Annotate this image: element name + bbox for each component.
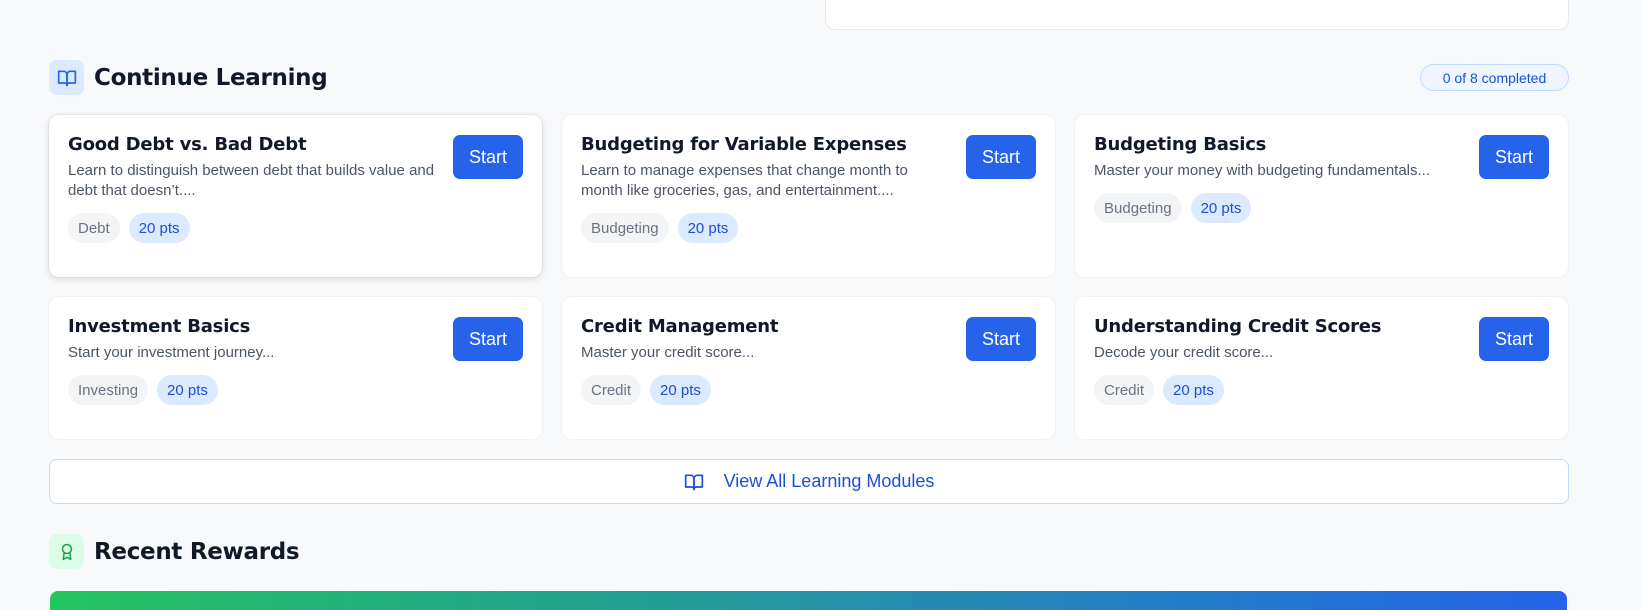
section-title: Continue Learning: [94, 64, 328, 91]
module-card[interactable]: Good Debt vs. Bad Debt Learn to distingu…: [49, 115, 542, 277]
book-open-icon: [49, 60, 84, 95]
points-tag: 20 pts: [677, 213, 739, 243]
module-description: Start your investment journey...: [68, 344, 275, 361]
module-title: Credit Management: [581, 316, 779, 337]
start-button[interactable]: Start: [966, 317, 1036, 361]
module-grid: Good Debt vs. Bad Debt Learn to distingu…: [49, 115, 1569, 439]
points-tag: 20 pts: [650, 375, 711, 405]
module-card[interactable]: Budgeting for Variable Expenses Learn to…: [562, 115, 1055, 277]
start-button[interactable]: Start: [453, 317, 523, 361]
module-card[interactable]: Budgeting Basics Master your money with …: [1075, 115, 1568, 277]
module-description: Master your credit score...: [581, 344, 755, 361]
completion-badge: 0 of 8 completed: [1420, 64, 1569, 91]
module-title: Budgeting for Variable Expenses: [581, 134, 907, 155]
start-button[interactable]: Start: [1479, 317, 1549, 361]
points-tag: 20 pts: [1163, 375, 1224, 405]
category-tag: Investing: [68, 375, 149, 405]
continue-learning-header: Continue Learning: [49, 60, 328, 95]
view-all-label: View All Learning Modules: [723, 471, 935, 491]
module-description: Master your money with budgeting fundame…: [1094, 162, 1431, 179]
previous-section-card: [825, 0, 1569, 30]
module-card[interactable]: Credit Management Master your credit sco…: [562, 297, 1055, 439]
module-card[interactable]: Understanding Credit Scores Decode your …: [1075, 297, 1568, 439]
category-tag: Debt: [68, 213, 120, 243]
view-all-modules-button[interactable]: View All Learning Modules: [49, 459, 1569, 504]
section-title: Recent Rewards: [94, 538, 300, 565]
category-tag: Budgeting: [581, 213, 669, 243]
module-description: Decode your credit score...: [1094, 344, 1274, 361]
module-card[interactable]: Investment Basics Start your investment …: [49, 297, 542, 439]
module-description: Learn to manage expenses that change mon…: [581, 162, 908, 199]
points-tag: 20 pts: [157, 375, 218, 405]
module-description: Learn to distinguish between debt that b…: [68, 162, 435, 199]
points-tag: 20 pts: [1190, 193, 1252, 223]
category-tag: Budgeting: [1094, 193, 1182, 223]
recent-rewards-header: Recent Rewards: [49, 534, 300, 569]
module-title: Investment Basics: [68, 316, 251, 337]
module-title: Good Debt vs. Bad Debt: [68, 134, 307, 155]
award-icon: [49, 534, 84, 569]
book-open-icon: [684, 472, 704, 492]
start-button[interactable]: Start: [966, 135, 1036, 179]
points-tag: 20 pts: [128, 213, 190, 243]
category-tag: Credit: [1094, 375, 1155, 405]
start-button[interactable]: Start: [453, 135, 523, 179]
module-title: Budgeting Basics: [1094, 134, 1267, 155]
module-title: Understanding Credit Scores: [1094, 316, 1382, 337]
start-button[interactable]: Start: [1479, 135, 1549, 179]
reward-banner: [50, 591, 1567, 610]
category-tag: Credit: [581, 375, 642, 405]
